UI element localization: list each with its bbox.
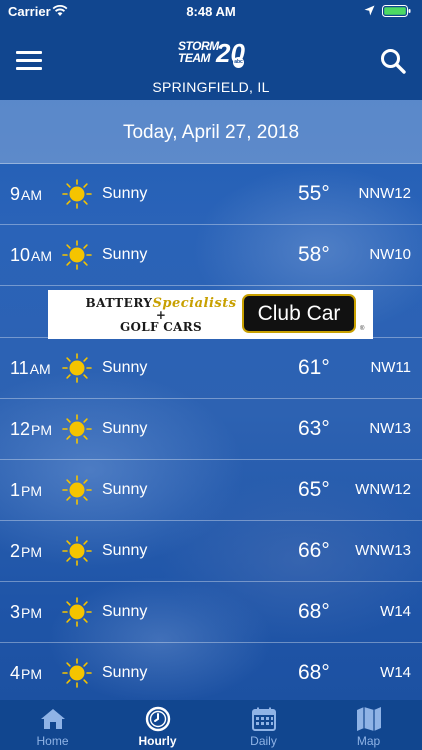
ad-text-block: BATTERYSpecialists + GOLF CARS bbox=[56, 296, 266, 335]
sun-icon bbox=[62, 240, 92, 270]
ad-brand-logo: Club Car bbox=[242, 294, 356, 333]
logo-network: abc bbox=[233, 57, 244, 68]
logo-text-team: TEAM bbox=[178, 51, 210, 65]
hour-condition: Sunny bbox=[102, 185, 148, 202]
hour-row[interactable]: 1PM Sunny 65° WNW12 bbox=[0, 459, 422, 521]
tab-map[interactable]: Map bbox=[316, 700, 421, 750]
hour-temperature: 68° bbox=[298, 661, 330, 684]
sun-icon bbox=[62, 536, 92, 566]
sun-icon bbox=[62, 353, 92, 383]
hour-temperature: 63° bbox=[298, 417, 330, 440]
hour-row[interactable]: 3PM Sunny 68° W14 bbox=[0, 581, 422, 643]
ad-line3: GOLF CARS bbox=[119, 320, 203, 334]
location-label[interactable]: SPRINGFIELD, IL bbox=[0, 79, 422, 95]
hour-row[interactable]: 11AM Sunny 61° NW11 bbox=[0, 337, 422, 399]
calendar-icon bbox=[252, 707, 276, 731]
sun-icon bbox=[62, 475, 92, 505]
hour-wind: NW11 bbox=[370, 359, 411, 376]
tab-hourly-label: Hourly bbox=[138, 734, 177, 748]
hour-row[interactable]: 9AM Sunny 55° NNW12 bbox=[0, 163, 422, 225]
nav-bar: STORM TEAM 20 abc SPRINGFIELD, IL bbox=[0, 22, 422, 100]
tab-map-label: Map bbox=[356, 734, 381, 748]
sun-icon bbox=[62, 179, 92, 209]
hour-wind: W14 bbox=[380, 603, 411, 620]
ad-plus: + bbox=[155, 308, 167, 322]
ad-row: BATTERYSpecialists + GOLF CARS Club Car … bbox=[0, 285, 422, 339]
tab-hourly[interactable]: Hourly bbox=[105, 700, 210, 750]
status-bar: Carrier 8:48 AM bbox=[0, 0, 422, 22]
hour-condition: Sunny bbox=[102, 246, 148, 263]
hour-wind: WNW12 bbox=[355, 481, 411, 498]
hour-row[interactable]: 4PM Sunny 68° W14 bbox=[0, 642, 422, 703]
hour-time: 3PM bbox=[10, 602, 43, 622]
hour-time: 2PM bbox=[10, 541, 43, 561]
clock-icon bbox=[145, 706, 171, 732]
tab-daily-label: Daily bbox=[250, 734, 277, 748]
map-icon bbox=[357, 707, 381, 731]
hour-wind: WNW13 bbox=[355, 542, 411, 559]
tab-home[interactable]: Home bbox=[0, 700, 105, 750]
app-screen: Carrier 8:48 AM STORM TEAM 20 abc SPRING… bbox=[0, 0, 422, 750]
location-arrow-icon bbox=[364, 5, 375, 16]
hour-wind: NNW12 bbox=[358, 185, 411, 202]
ad-banner[interactable]: BATTERYSpecialists + GOLF CARS Club Car … bbox=[48, 290, 373, 339]
hour-condition: Sunny bbox=[102, 664, 148, 681]
ad-trademark: ® bbox=[360, 326, 365, 332]
hour-condition: Sunny bbox=[102, 542, 148, 559]
date-label: Today, April 27, 2018 bbox=[122, 122, 300, 143]
battery-icon bbox=[382, 5, 411, 17]
tab-daily[interactable]: Daily bbox=[211, 700, 316, 750]
hour-time: 4PM bbox=[10, 663, 43, 683]
hour-condition: Sunny bbox=[102, 420, 148, 437]
tab-home-label: Home bbox=[36, 734, 69, 748]
hour-row[interactable]: 12PM Sunny 63° NW13 bbox=[0, 398, 422, 460]
hour-wind: NW13 bbox=[369, 420, 411, 437]
sun-icon bbox=[62, 414, 92, 444]
ad-line1a: BATTERY bbox=[85, 296, 153, 310]
hour-row[interactable]: 10AM Sunny 58° NW10 bbox=[0, 224, 422, 286]
tab-bar: Home Hourly Daily Map bbox=[0, 700, 422, 750]
hour-row[interactable]: 2PM Sunny 66° WNW13 bbox=[0, 520, 422, 582]
menu-icon[interactable] bbox=[16, 51, 42, 71]
search-icon[interactable] bbox=[380, 48, 406, 74]
sun-icon bbox=[62, 658, 92, 688]
status-time: 8:48 AM bbox=[186, 4, 236, 19]
date-header: Today, April 27, 2018 bbox=[0, 100, 422, 164]
hour-time: 11AM bbox=[10, 358, 51, 378]
hour-time: 1PM bbox=[10, 480, 43, 500]
hour-temperature: 55° bbox=[298, 182, 330, 205]
hour-time: 9AM bbox=[10, 184, 43, 204]
hour-condition: Sunny bbox=[102, 481, 148, 498]
hour-time: 12PM bbox=[10, 419, 53, 439]
hour-wind: NW10 bbox=[369, 246, 411, 263]
hour-temperature: 66° bbox=[298, 539, 330, 562]
home-icon bbox=[41, 709, 65, 729]
hour-condition: Sunny bbox=[102, 603, 148, 620]
hour-temperature: 58° bbox=[298, 243, 330, 266]
hour-temperature: 68° bbox=[298, 600, 330, 623]
sun-icon bbox=[62, 597, 92, 627]
hour-condition: Sunny bbox=[102, 359, 148, 376]
hour-temperature: 61° bbox=[298, 356, 330, 379]
hour-temperature: 65° bbox=[298, 478, 330, 501]
hour-wind: W14 bbox=[380, 664, 411, 681]
station-logo: STORM TEAM 20 abc bbox=[178, 38, 246, 70]
hour-time: 10AM bbox=[10, 245, 53, 265]
